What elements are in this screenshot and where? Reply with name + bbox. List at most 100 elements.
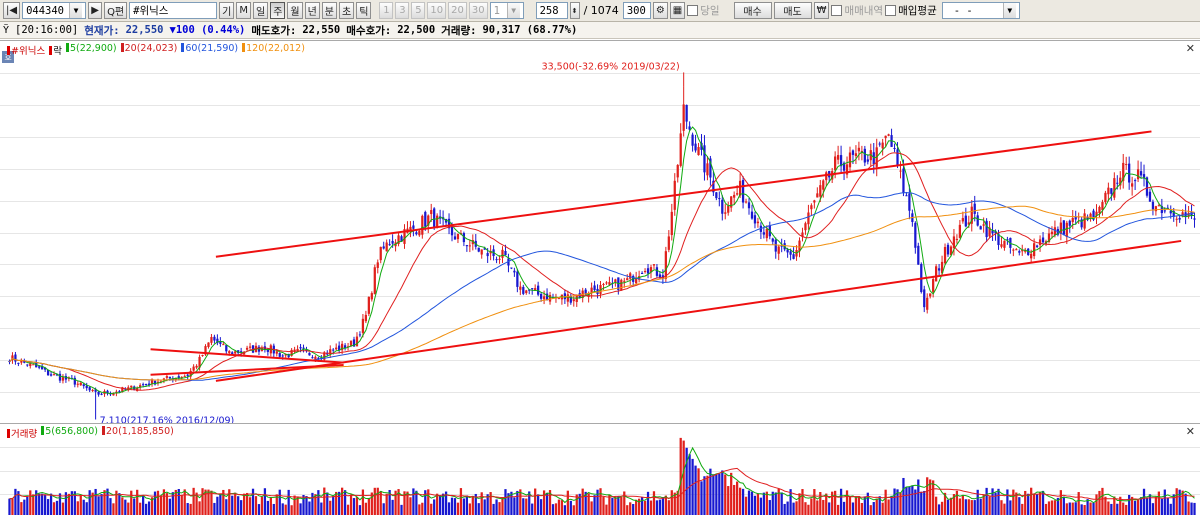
minute-20-button[interactable]: 20 bbox=[448, 2, 467, 19]
candle-body bbox=[629, 273, 632, 279]
volume-bar bbox=[572, 505, 575, 515]
close-volume-pane-icon[interactable]: ✕ bbox=[1186, 425, 1195, 438]
volume-bar bbox=[522, 498, 525, 515]
candle-body bbox=[82, 384, 85, 387]
sell-button[interactable]: 매도 bbox=[773, 2, 812, 19]
stock-info-button[interactable]: 기 bbox=[219, 2, 235, 19]
first-icon[interactable]: |◀ bbox=[3, 2, 21, 19]
won-icon[interactable]: ₩ bbox=[813, 2, 830, 19]
volume-chart[interactable] bbox=[0, 424, 1200, 516]
minute-30-button[interactable]: 30 bbox=[468, 2, 488, 19]
volume-bar bbox=[1018, 497, 1021, 515]
volume-bar bbox=[629, 502, 632, 515]
extra-dropdown-icon[interactable]: ▼ bbox=[1002, 3, 1016, 18]
volume-bar bbox=[139, 502, 142, 515]
period-second-button[interactable]: 초 bbox=[339, 2, 355, 19]
memo-button[interactable]: M bbox=[236, 2, 251, 19]
candle-body bbox=[676, 165, 679, 178]
stock-code-dropdown-icon[interactable]: ▼ bbox=[69, 3, 83, 18]
volume-bar bbox=[932, 480, 935, 515]
minute-1-button[interactable]: 1 bbox=[379, 2, 394, 19]
next-icon[interactable]: ▶ bbox=[88, 2, 103, 19]
candle-body bbox=[168, 376, 171, 379]
volume-bar bbox=[845, 490, 849, 515]
candle-body bbox=[762, 232, 765, 235]
volume-bar bbox=[923, 490, 926, 515]
buy-button[interactable]: 매수 bbox=[733, 2, 772, 19]
settings-icon[interactable]: ⚙ bbox=[652, 2, 668, 19]
extra-select[interactable]: - - ▼ bbox=[941, 2, 1020, 19]
volume-chart-pane[interactable]: 거래량 5(656,800) 20(1,185,850) ✕ bbox=[0, 423, 1200, 516]
candle-body bbox=[1116, 182, 1119, 184]
volume-bar bbox=[706, 475, 709, 515]
volume-bar bbox=[427, 489, 430, 515]
volume-bar bbox=[240, 500, 243, 515]
price-chart-pane[interactable]: 33,500(-32.69% 2019/03/22) 7,110(217.16% … bbox=[0, 40, 1200, 424]
lower-channel-line[interactable] bbox=[215, 239, 1182, 382]
candle-body bbox=[373, 267, 376, 295]
minute-10-button[interactable]: 10 bbox=[427, 2, 447, 19]
volume-bar bbox=[839, 488, 843, 515]
volume-bar bbox=[1104, 496, 1107, 515]
volume-bar bbox=[1059, 490, 1062, 515]
calendar-icon[interactable]: ▦ bbox=[669, 2, 686, 19]
candle-body bbox=[1098, 206, 1101, 214]
volume-bar bbox=[1083, 505, 1086, 515]
today-checkbox[interactable]: 당일 bbox=[687, 3, 720, 18]
minute-3-button[interactable]: 3 bbox=[395, 2, 410, 19]
period-week-button[interactable]: 주 bbox=[270, 2, 286, 19]
period-day-button[interactable]: 일 bbox=[252, 2, 269, 19]
minute-5-button[interactable]: 5 bbox=[411, 2, 426, 19]
trade-history-checkbox[interactable]: 매매내역 bbox=[831, 3, 883, 18]
period-year-button[interactable]: 년 bbox=[304, 2, 320, 19]
minute-select[interactable]: 1 ▼ bbox=[489, 2, 524, 19]
price-change: ▼100 (0.44%) bbox=[169, 24, 246, 36]
candle-body bbox=[929, 293, 932, 297]
candle-body bbox=[245, 347, 249, 350]
volume-bar bbox=[709, 468, 712, 515]
search-button[interactable]: Q편 bbox=[104, 2, 128, 19]
stock-code-field[interactable]: 044340 ▼ bbox=[22, 2, 87, 19]
volume-bar bbox=[453, 498, 457, 515]
volume-bar bbox=[643, 500, 647, 515]
avg-price-checkbox[interactable]: 매입평균 bbox=[885, 3, 937, 18]
candle-body bbox=[1065, 222, 1068, 238]
count-spin-icon[interactable]: ⬍ bbox=[569, 2, 580, 19]
volume-bar bbox=[144, 503, 148, 515]
volume-bar bbox=[890, 495, 893, 515]
legend-stock: #위닉스 bbox=[7, 43, 45, 57]
volume-bar bbox=[147, 501, 151, 515]
close-pane-icon[interactable]: ✕ bbox=[1186, 42, 1195, 55]
volume-bar bbox=[884, 489, 887, 515]
volume-bar bbox=[733, 484, 736, 515]
volume-bar bbox=[234, 492, 237, 515]
stock-name-field[interactable]: #위닉스 bbox=[129, 2, 218, 19]
triangle-lower-line[interactable] bbox=[150, 364, 344, 376]
candle-body bbox=[884, 135, 887, 139]
ma5-line bbox=[9, 126, 1195, 395]
view-count-field[interactable]: 300 bbox=[622, 2, 651, 19]
candle-body bbox=[248, 346, 252, 348]
minute-dropdown-icon[interactable]: ▼ bbox=[506, 3, 520, 18]
filter-icon[interactable]: Ÿ bbox=[3, 25, 9, 36]
volume-bar bbox=[1044, 503, 1048, 515]
volume-bar bbox=[1050, 500, 1054, 515]
period-tick-button[interactable]: 틱 bbox=[356, 2, 372, 19]
period-minute-button[interactable]: 분 bbox=[321, 2, 337, 19]
volume-bar bbox=[462, 498, 466, 515]
count-field[interactable]: 258 bbox=[535, 2, 568, 19]
legend-ma20: 20(24,023) bbox=[120, 43, 177, 57]
price-chart[interactable]: 33,500(-32.69% 2019/03/22)7,110(217.16% … bbox=[0, 41, 1200, 424]
volume-bar bbox=[109, 498, 112, 515]
volume-bar bbox=[153, 491, 157, 515]
volume-bar bbox=[504, 489, 507, 515]
volume-bar bbox=[311, 492, 314, 515]
volume-bar bbox=[652, 491, 656, 515]
volume-bar bbox=[382, 503, 385, 515]
volume-bar bbox=[483, 499, 486, 515]
volume-bar bbox=[52, 502, 56, 515]
candle-body bbox=[789, 251, 792, 255]
candle-body bbox=[97, 391, 100, 395]
volume-bar bbox=[581, 488, 584, 515]
period-month-button[interactable]: 월 bbox=[287, 2, 303, 19]
